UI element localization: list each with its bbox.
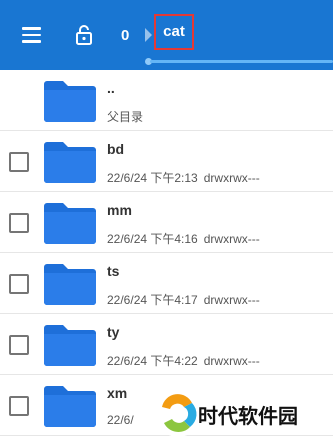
parent-directory-label: 父目录 [107,110,144,124]
file-name: xm [107,385,128,401]
file-name: ty [107,324,120,340]
path-indicator-bar [150,60,333,63]
breadcrumb-separator-icon [145,28,152,42]
file-meta: 22/6/ [107,413,140,427]
select-checkbox[interactable] [9,396,29,416]
folder-icon [44,264,96,305]
top-toolbar: 0 cat [0,0,333,70]
folder-icon [44,203,96,244]
select-checkbox[interactable] [9,152,29,172]
file-name: mm [107,202,132,218]
file-permissions: drwxrwx--- [203,354,260,368]
list-item[interactable]: bd 22/6/24 下午2:13 drwxrwx--- [0,131,333,192]
file-date: 22/6/24 下午2:13 [107,171,198,185]
list-item[interactable]: ts 22/6/24 下午4:17 drwxrwx--- [0,253,333,314]
file-permissions: drwxrwx--- [203,232,260,246]
list-item[interactable]: ty 22/6/24 下午4:22 drwxrwx--- [0,314,333,375]
file-meta: 22/6/24 下午4:22 drwxrwx--- [107,352,260,369]
select-checkbox[interactable] [9,213,29,233]
breadcrumb-root[interactable]: 0 [121,27,129,44]
list-item-parent-directory[interactable]: .. 父目录 [0,70,333,131]
file-name: .. [107,80,115,96]
file-date: 22/6/24 下午4:16 [107,232,198,246]
file-meta: 22/6/24 下午4:17 drwxrwx--- [107,291,260,308]
breadcrumb-current[interactable]: cat [154,14,194,50]
hamburger-menu-icon[interactable] [22,27,41,43]
select-checkbox[interactable] [9,335,29,355]
lock-open-icon[interactable] [72,23,96,47]
file-name: ts [107,263,120,279]
file-date: 22/6/ [107,413,134,427]
file-meta: 22/6/24 下午4:16 drwxrwx--- [107,230,260,247]
file-name: bd [107,141,125,157]
folder-icon [44,325,96,366]
file-date: 22/6/24 下午4:22 [107,354,198,368]
watermark-text: 时代软件园 [198,404,298,428]
file-permissions: drwxrwx--- [203,293,260,307]
folder-icon [44,386,96,427]
file-permissions: drwxrwx--- [203,171,260,185]
file-meta: 22/6/24 下午2:13 drwxrwx--- [107,169,260,186]
file-list: .. 父目录 bd 22/6/24 下午2:13 drwxrwx--- mm 22… [0,70,333,436]
folder-icon [44,142,96,183]
folder-icon [44,81,96,122]
file-date: 22/6/24 下午4:17 [107,293,198,307]
list-item[interactable]: mm 22/6/24 下午4:16 drwxrwx--- [0,192,333,253]
select-checkbox[interactable] [9,274,29,294]
